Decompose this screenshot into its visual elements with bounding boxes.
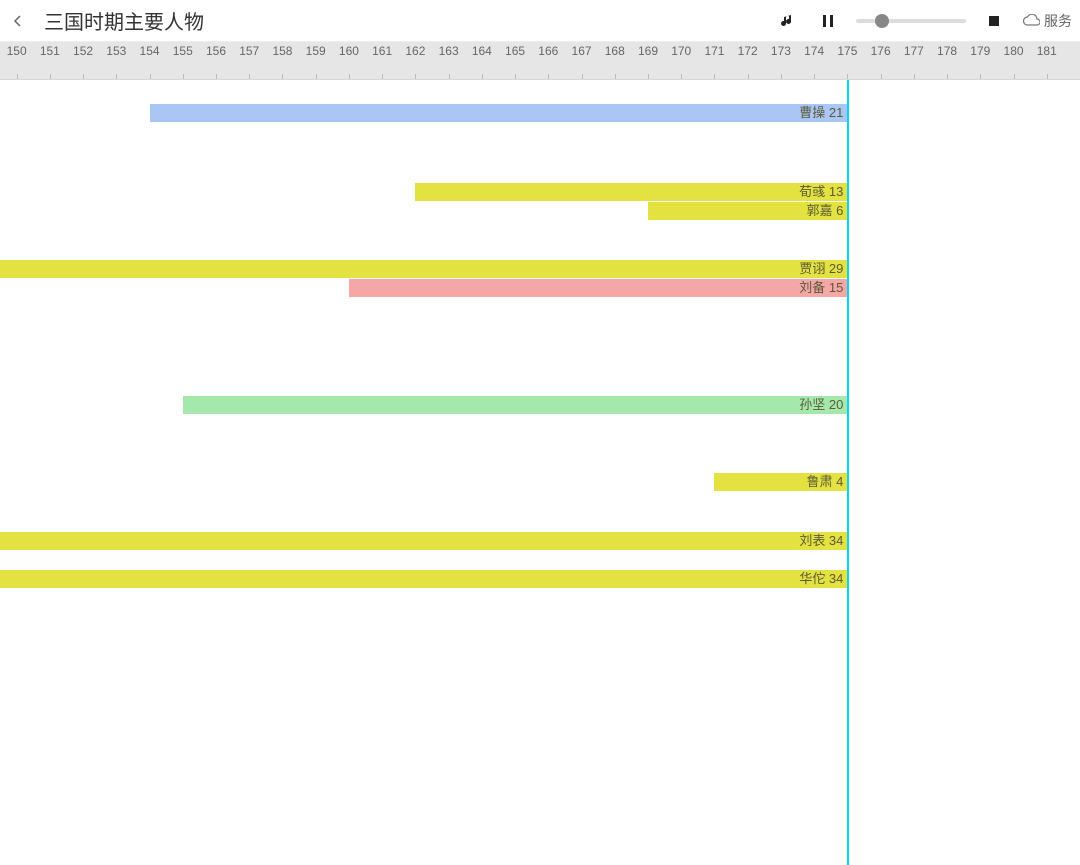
ruler-tick (947, 74, 948, 79)
music-toggle-button[interactable] (776, 9, 800, 33)
timeline-bar[interactable]: 鲁肃 4 (714, 473, 847, 491)
ruler-tick-label: 170 (671, 44, 691, 58)
timeline-bar-label: 鲁肃 4 (807, 473, 844, 491)
page-title: 三国时期主要人物 (44, 6, 204, 35)
timeline-bar[interactable]: 华佗 34 (0, 570, 847, 588)
timeline-bar[interactable]: 贾诩 29 (0, 260, 847, 278)
ruler-tick (415, 74, 416, 79)
ruler-tick-label: 168 (605, 44, 625, 58)
ruler-tick-label: 160 (339, 44, 359, 58)
timeline-bar-label: 曹操 21 (799, 104, 843, 122)
ruler-tick-label: 159 (306, 44, 326, 58)
timeline-bar[interactable]: 曹操 21 (150, 104, 848, 122)
stop-button[interactable] (982, 9, 1006, 33)
back-button[interactable] (8, 11, 28, 31)
ruler-tick (183, 74, 184, 79)
ruler-tick (980, 74, 981, 79)
ruler-tick-label: 166 (538, 44, 558, 58)
ruler-tick-label: 174 (804, 44, 824, 58)
ruler-tick (881, 74, 882, 79)
ruler-tick (449, 74, 450, 79)
ruler-tick-label: 167 (572, 44, 592, 58)
timeline-bar[interactable]: 郭嘉 6 (648, 202, 847, 220)
ruler-tick-label: 178 (937, 44, 957, 58)
pause-button[interactable] (816, 9, 840, 33)
ruler-tick (781, 74, 782, 79)
cloud-service-button[interactable]: 服务 (1022, 11, 1072, 31)
ruler-tick-label: 156 (206, 44, 226, 58)
ruler-tick-label: 154 (140, 44, 160, 58)
ruler-tick (582, 74, 583, 79)
ruler-tick (1014, 74, 1015, 79)
ruler-tick (847, 74, 848, 79)
music-note-icon (780, 13, 796, 29)
ruler-tick (515, 74, 516, 79)
timeline-ruler[interactable]: 150 151 152 153 154 155 156 157 158 159 160 161 162 1… (0, 42, 1080, 80)
timeline-bar-label: 荀彧 13 (799, 183, 843, 201)
ruler-tick (316, 74, 317, 79)
chevron-left-icon (12, 15, 24, 27)
timeline-bar-label: 刘表 34 (799, 532, 843, 550)
cloud-icon (1022, 14, 1040, 28)
ruler-tick-label: 177 (904, 44, 924, 58)
ruler-tick (615, 74, 616, 79)
pause-icon (821, 14, 835, 28)
ruler-tick-label: 158 (272, 44, 292, 58)
ruler-tick-label: 179 (970, 44, 990, 58)
timeline-bar-label: 郭嘉 6 (807, 202, 844, 220)
timeline-bar[interactable]: 荀彧 13 (415, 183, 847, 201)
stop-icon (988, 15, 1000, 27)
ruler-tick (914, 74, 915, 79)
ruler-tick (548, 74, 549, 79)
ruler-tick-label: 171 (704, 44, 724, 58)
ruler-tick-label: 165 (505, 44, 525, 58)
ruler-tick-label: 150 (7, 44, 27, 58)
ruler-tick-label: 164 (472, 44, 492, 58)
ruler-tick (17, 74, 18, 79)
top-toolbar: 三国时期主要人物 服务 (0, 0, 1080, 42)
ruler-tick (648, 74, 649, 79)
ruler-tick (249, 74, 250, 79)
timeline-bar-label: 孙坚 20 (799, 396, 843, 414)
timeline-chart[interactable]: 曹操 21 荀彧 13郭嘉 6 贾诩 29刘备 15 孙坚 20 鲁肃 4 刘表 34 华佗… (0, 80, 1080, 865)
ruler-tick-label: 151 (40, 44, 60, 58)
ruler-tick (714, 74, 715, 79)
ruler-tick (216, 74, 217, 79)
ruler-tick (150, 74, 151, 79)
ruler-tick (50, 74, 51, 79)
ruler-tick (382, 74, 383, 79)
timeline-bar[interactable]: 刘表 34 (0, 532, 847, 550)
cloud-service-label: 服务 (1044, 11, 1072, 31)
ruler-tick (83, 74, 84, 79)
ruler-tick (116, 74, 117, 79)
timeline-bar[interactable]: 刘备 15 (349, 279, 847, 297)
ruler-tick (814, 74, 815, 79)
ruler-tick-label: 153 (106, 44, 126, 58)
ruler-tick-label: 173 (771, 44, 791, 58)
speed-slider[interactable] (856, 19, 966, 23)
ruler-tick (349, 74, 350, 79)
ruler-tick-label: 161 (372, 44, 392, 58)
ruler-tick-label: 169 (638, 44, 658, 58)
timeline-bar[interactable]: 孙坚 20 (183, 396, 848, 414)
timeline-bar-label: 华佗 34 (799, 570, 843, 588)
ruler-tick-label: 181 (1037, 44, 1057, 58)
ruler-tick-label: 163 (439, 44, 459, 58)
ruler-tick (748, 74, 749, 79)
ruler-tick-label: 175 (837, 44, 857, 58)
ruler-tick-label: 157 (239, 44, 259, 58)
timeline-bar-label: 贾诩 29 (799, 260, 843, 278)
ruler-tick (282, 74, 283, 79)
ruler-tick-label: 152 (73, 44, 93, 58)
ruler-tick-label: 155 (173, 44, 193, 58)
ruler-tick (482, 74, 483, 79)
playhead-line (847, 80, 849, 865)
ruler-tick (1047, 74, 1048, 79)
ruler-tick (681, 74, 682, 79)
timeline-bar-label: 刘备 15 (799, 279, 843, 297)
ruler-tick-label: 176 (871, 44, 891, 58)
ruler-tick-label: 162 (405, 44, 425, 58)
ruler-tick-label: 172 (738, 44, 758, 58)
ruler-tick-label: 180 (1004, 44, 1024, 58)
